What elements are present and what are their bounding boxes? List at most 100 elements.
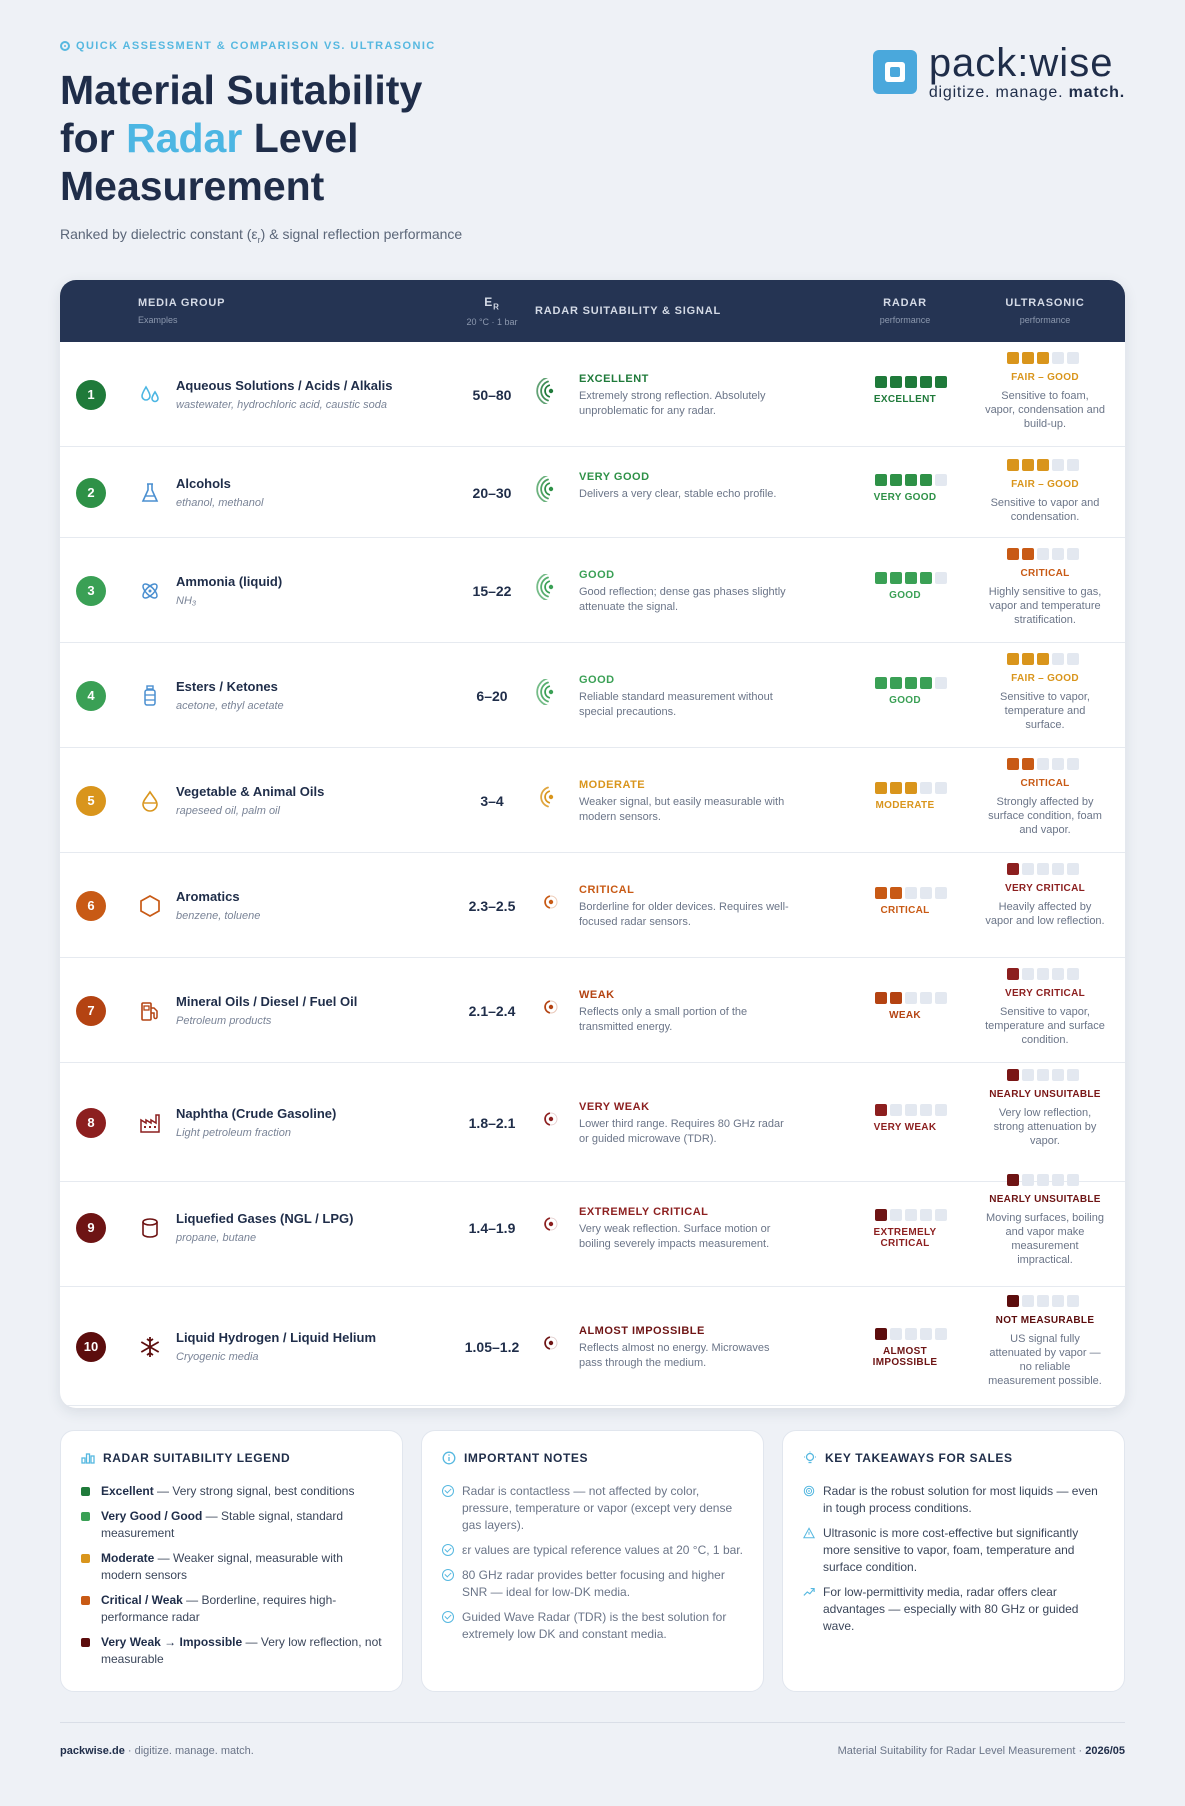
radar-label: GOOD — [889, 694, 921, 706]
ultrasonic-score-bar — [1007, 1069, 1079, 1081]
ultrasonic-score-segment — [1007, 1069, 1019, 1081]
media-examples: rapeseed oil, palm oil — [176, 804, 280, 817]
takeaway-item: Radar is the robust solution for most li… — [803, 1483, 1104, 1517]
ultrasonic-score-segment — [1037, 758, 1049, 770]
ultrasonic-score-segment — [1022, 863, 1034, 875]
takeaway-item: Ultrasonic is more cost-effective but si… — [802, 1525, 1104, 1576]
table-row: 9 Liquefied Gases (NGL / LPG) propane, but… — [60, 1168, 1125, 1287]
legend-item: Very Weak → Impossible — Very low reflec… — [81, 1634, 382, 1668]
radar-score-segment — [875, 1103, 887, 1116]
radar-score-segment — [890, 473, 902, 486]
media-examples: benzene, toluene — [176, 909, 261, 922]
media-name: Aqueous Solutions / Acids / Alkalis — [176, 377, 393, 393]
radar-score-segment — [890, 991, 902, 1004]
notes-title: IMPORTANT NOTES — [442, 1451, 743, 1465]
radar-score-segment — [920, 1208, 932, 1221]
ultrasonic-label: CRITICAL — [1020, 568, 1070, 579]
radar-description: Very weak reflection. Surface motion or … — [579, 1222, 771, 1250]
radar-score-segment — [875, 473, 887, 486]
row-number: 6 — [76, 890, 106, 921]
radar-score-segment — [935, 991, 947, 1004]
radar-score-segment — [920, 886, 932, 899]
radar-score-bar — [875, 886, 947, 899]
radar-label: WEAK — [889, 1009, 921, 1021]
ultrasonic-score-segment — [1007, 1295, 1019, 1307]
ultrasonic-description: US signal fully attenuated by vapor — no… — [988, 1333, 1102, 1387]
row-number: 3 — [76, 575, 106, 606]
ultrasonic-label: FAIR – GOOD — [1011, 479, 1079, 490]
ultrasonic-score-bar — [1007, 548, 1079, 560]
ultrasonic-score-segment — [1067, 548, 1079, 560]
target-icon — [60, 41, 70, 51]
radar-score-bar — [875, 991, 947, 1004]
radar-description: Delivers a very clear, stable echo profi… — [579, 487, 777, 500]
legend-swatch — [81, 1512, 90, 1521]
ultrasonic-description: Very low reflection, strong attenuation … — [993, 1107, 1097, 1147]
signal-icon — [536, 376, 558, 405]
radar-description: Reflects almost no energy. Microwaves pa… — [579, 1341, 770, 1369]
radar-rating: CRITICAL — [579, 883, 635, 896]
table-row: 5 Vegetable & Animal Oils rapeseed oil, pa… — [60, 748, 1125, 853]
ultrasonic-score-bar — [1007, 352, 1079, 364]
radar-score-bar — [875, 1327, 947, 1340]
radar-score-segment — [890, 1103, 902, 1116]
radar-score-segment — [890, 571, 902, 584]
media-name: Ammonia (liquid) — [176, 573, 283, 589]
radar-score-segment — [935, 473, 947, 486]
check-icon — [442, 1569, 454, 1581]
legend-swatch — [81, 1596, 90, 1605]
table-row: 8 Naphtha (Crude Gasoline) Light petroleum… — [60, 1063, 1125, 1182]
check-icon — [442, 1485, 454, 1497]
ultrasonic-score-segment — [1037, 1295, 1049, 1307]
logo-mark-icon — [872, 50, 917, 94]
footer-doc: Material Suitability for Radar Level Mea… — [837, 1745, 1076, 1757]
notes-card: IMPORTANT NOTES Radar is contactless — n… — [421, 1430, 764, 1692]
ultrasonic-label: VERY CRITICAL — [1004, 988, 1086, 999]
radar-score-segment — [905, 676, 917, 689]
logo: pack:wise digitize. manage. match. — [872, 42, 1125, 102]
table-row: 10 Liquid Hydrogen / Liquid Helium Cryogen… — [60, 1287, 1125, 1406]
ultrasonic-description: Highly sensitive to gas, vapor and tempe… — [988, 586, 1102, 626]
brand-tagline: digitize. manage. match. — [928, 84, 1125, 101]
radar-score-segment — [890, 1208, 902, 1221]
radar-rating: EXTREMELY CRITICAL — [579, 1205, 709, 1218]
page-title: Material Suitability for Radar Level Mea… — [60, 67, 423, 209]
media-name: Liquid Hydrogen / Liquid Helium — [176, 1329, 377, 1345]
er-value: 50–80 — [472, 386, 512, 403]
media-examples: Light petroleum fraction — [176, 1126, 291, 1139]
ultrasonic-score-segment — [1052, 653, 1064, 665]
ultrasonic-score-bar — [1007, 1295, 1079, 1307]
signal-icon — [536, 1106, 558, 1132]
ultrasonic-label: NEARLY UNSUITABLE — [989, 1194, 1101, 1205]
row-number: 1 — [76, 379, 106, 410]
col-suitability: RADAR SUITABILITY & SIGNAL — [535, 305, 722, 317]
ultrasonic-description: Sensitive to vapor, temperature and surf… — [1000, 691, 1090, 731]
ultrasonic-score-bar — [1007, 758, 1079, 770]
radar-score-segment — [920, 473, 932, 486]
kicker: QUICK ASSESSMENT & COMPARISON VS. ULTRAS… — [60, 40, 620, 52]
radar-score-segment — [920, 1103, 932, 1116]
radar-rating: GOOD — [579, 568, 615, 581]
er-value: 1.05–1.2 — [464, 1338, 520, 1355]
snowflake-icon — [138, 1335, 162, 1359]
drops-icon — [138, 383, 162, 407]
takeaways-title: KEY TAKEAWAYS FOR SALES — [803, 1451, 1104, 1465]
signal-icon — [536, 1330, 558, 1356]
radar-label: GOOD — [889, 589, 921, 601]
ultrasonic-score-segment — [1067, 1295, 1079, 1307]
er-value: 3–4 — [480, 792, 504, 809]
ultrasonic-label: NOT MEASURABLE — [995, 1315, 1095, 1326]
radar-score-segment — [875, 781, 887, 794]
signal-icon — [536, 677, 558, 706]
hexagon-icon — [138, 894, 162, 918]
ultrasonic-score-segment — [1007, 1174, 1019, 1186]
ultrasonic-score-segment — [1052, 863, 1064, 875]
radar-label: CRITICAL — [880, 904, 930, 916]
note-item: εr values are typical reference values a… — [442, 1542, 743, 1559]
er-value: 1.8–2.1 — [468, 1114, 516, 1131]
table-row: 4 Esters / Ketones acetone, ethyl acetate 6… — [60, 643, 1125, 748]
ultrasonic-score-segment — [1052, 1069, 1064, 1081]
radar-score-bar — [875, 571, 947, 584]
table-row: 6 Aromatics benzene, toluene 2.3–2.5 CRITICA… — [60, 853, 1125, 958]
ultrasonic-score-segment — [1037, 863, 1049, 875]
